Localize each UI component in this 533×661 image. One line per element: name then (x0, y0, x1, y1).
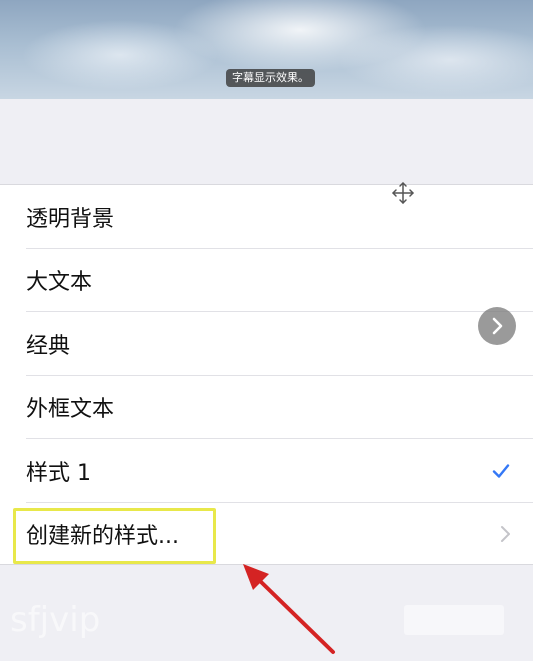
section-spacer (0, 99, 533, 184)
chevron-right-icon (492, 317, 503, 335)
style-option-label: 样式 1 (26, 460, 91, 486)
create-new-style-label: 创建新的样式... (26, 524, 179, 550)
style-option-style-1[interactable]: 样式 1 (0, 439, 533, 503)
style-option-large-text[interactable]: 大文本 (0, 249, 533, 313)
style-option-label: 大文本 (26, 270, 93, 296)
assistive-touch-button[interactable] (478, 307, 516, 345)
create-new-style-row[interactable]: 创建新的样式... (0, 503, 533, 567)
checkmark-icon (492, 464, 510, 478)
style-option-label: 外框文本 (26, 397, 115, 423)
chevron-right-icon (501, 526, 510, 543)
annotation-arrow (243, 564, 335, 654)
subtitle-style-list: 透明背景 大文本 经典 外框文本 样式 1 创建新的样式... (0, 184, 533, 565)
style-option-classic[interactable]: 经典 (0, 312, 533, 376)
subtitle-sample-text: 字幕显示效果。 (226, 69, 315, 87)
watermark-text: sfjvip (10, 600, 101, 640)
style-option-outline-text[interactable]: 外框文本 (0, 376, 533, 440)
style-option-label: 经典 (26, 333, 71, 359)
move-cursor-icon (392, 182, 414, 204)
blurred-region (404, 605, 504, 635)
style-option-transparent-background[interactable]: 透明背景 (0, 185, 533, 249)
subtitle-preview: 字幕显示效果。 (0, 0, 533, 99)
style-option-label: 透明背景 (26, 206, 115, 232)
